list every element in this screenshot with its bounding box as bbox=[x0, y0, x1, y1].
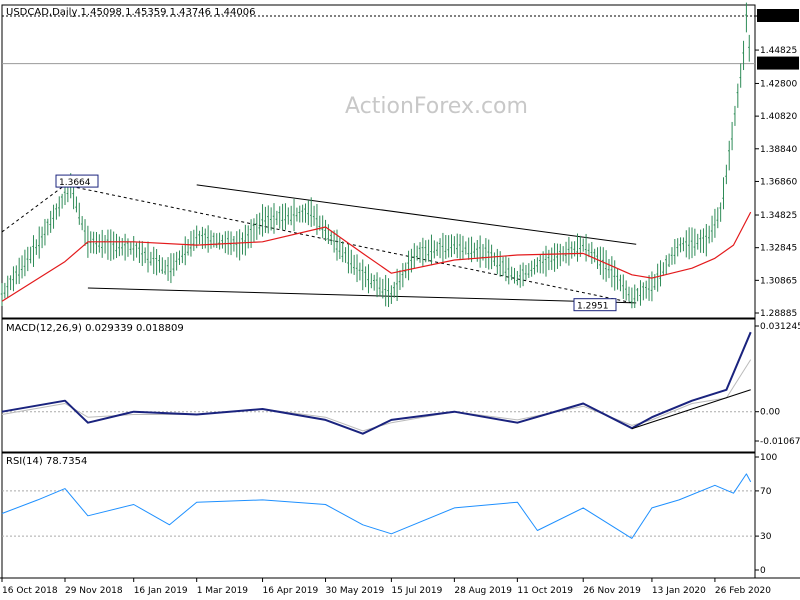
panel-frames bbox=[0, 4, 800, 579]
price-tick-label: 1.40820 bbox=[760, 112, 797, 122]
price-tick-label: 1.38840 bbox=[760, 145, 797, 155]
x-axis: 16 Oct 2018 29 Nov 2018 16 Jan 2019 1 Mar 2… bbox=[1, 578, 771, 596]
macd-panel: 0.031245 0.00 -0.010678 bbox=[1, 322, 800, 447]
price-tick-label: 1.32845 bbox=[760, 244, 797, 254]
x-tick-label: 16 Apr 2019 bbox=[263, 586, 319, 596]
rsi-tick-label: 30 bbox=[760, 532, 772, 542]
x-tick-label: 16 Jan 2019 bbox=[134, 586, 188, 596]
watermark: ActionForex.com bbox=[345, 94, 528, 119]
panel-frame-price bbox=[1, 4, 756, 319]
chart-canvas: ActionForex.com 1.468901.448251.428001.4… bbox=[0, 2, 800, 596]
rsi-panel-title: RSI(14) 78.7354 bbox=[6, 456, 87, 467]
macd-signal-line bbox=[1, 359, 752, 432]
x-tick-label: 16 Oct 2018 bbox=[2, 586, 58, 596]
macd-panel-title: MACD(12,26,9) 0.029339 0.018809 bbox=[6, 323, 184, 334]
price-tick-label: 1.28885 bbox=[760, 309, 797, 319]
macd-tick-label: 0.00 bbox=[760, 408, 780, 418]
x-tick-label: 30 May 2019 bbox=[326, 586, 385, 596]
x-tick-label: 15 Jul 2019 bbox=[391, 586, 442, 596]
rsi-line bbox=[1, 473, 752, 539]
high-level-tag-label: 1.46890 bbox=[760, 12, 797, 22]
x-tick-label: 28 Aug 2019 bbox=[454, 586, 512, 596]
price-tick-label: 1.42800 bbox=[760, 79, 797, 89]
panel-frame-macd bbox=[1, 318, 756, 453]
moving-average-line bbox=[1, 211, 752, 302]
price-tick-label: 1.34825 bbox=[760, 211, 797, 221]
price-tick-label: 1.36860 bbox=[760, 177, 797, 187]
x-tick-label: 1 Mar 2019 bbox=[197, 586, 249, 596]
macd-tick-label: 0.031245 bbox=[760, 322, 800, 332]
x-tick-label: 11 Oct 2019 bbox=[517, 586, 573, 596]
chart-root: ActionForex.com 1.468901.448251.428001.4… bbox=[0, 0, 800, 600]
rsi-tick-label: 0 bbox=[760, 566, 766, 576]
price-panel-title: USDCAD,Daily 1.45098 1.45359 1.43746 1.4… bbox=[6, 7, 256, 18]
macd-line bbox=[1, 331, 752, 435]
macd-trendline bbox=[631, 389, 751, 430]
x-tick-label: 26 Feb 2020 bbox=[715, 586, 771, 596]
price-trendline bbox=[87, 287, 637, 304]
price-tick-label: 1.44825 bbox=[760, 46, 797, 56]
panel-frame-rsi bbox=[1, 452, 756, 579]
rsi-panel: 100 70 30 0 bbox=[1, 453, 777, 576]
price-annotation-label: 1.2951 bbox=[577, 302, 609, 312]
x-tick-label: 29 Nov 2018 bbox=[65, 586, 123, 596]
x-tick-label: 26 Nov 2019 bbox=[583, 586, 641, 596]
x-tick-label: 13 Jan 2020 bbox=[652, 586, 706, 596]
macd-tick-label: -0.010678 bbox=[760, 437, 800, 447]
price-panel: 1.46890 1.44825 1.42800 1.40820 1.38840 1.368… bbox=[0, 2, 799, 319]
rsi-tick-label: 100 bbox=[760, 453, 777, 463]
current-price-tag-label: 1.44006 bbox=[760, 60, 797, 70]
rsi-tick-label: 70 bbox=[760, 487, 772, 497]
price-tick-label: 1.30865 bbox=[760, 276, 797, 286]
price-annotation-label: 1.3664 bbox=[59, 178, 91, 188]
